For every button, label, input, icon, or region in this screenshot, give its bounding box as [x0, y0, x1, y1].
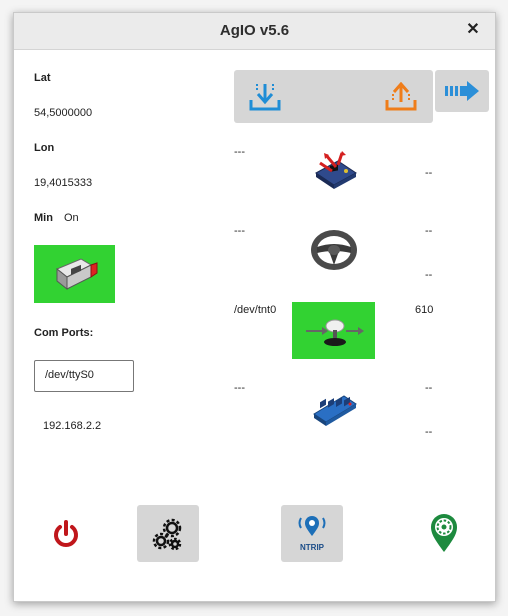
location-button[interactable]: [427, 512, 461, 554]
agio-window: AgIO v5.6 ✕ Lat 54,5000000 Lon 19,401533…: [13, 12, 496, 602]
ethernet-connector-icon: [51, 255, 99, 293]
steer-right-value: --: [425, 225, 433, 237]
machine-right-value-2: --: [425, 426, 433, 438]
lon-value: 19,4015333: [34, 177, 93, 189]
machine-left-value: ---: [234, 382, 245, 394]
settings-button[interactable]: [137, 505, 199, 562]
power-icon: [50, 518, 82, 550]
window-title: AgIO v5.6: [219, 22, 290, 39]
relay-board-icon: [310, 386, 360, 432]
machine-right-value: --: [425, 382, 433, 394]
title-bar: AgIO v5.6 ✕: [14, 13, 495, 50]
imu-button[interactable]: [312, 149, 360, 195]
steer-button[interactable]: [309, 227, 359, 273]
gps-right-value: 610: [415, 304, 434, 316]
com-ports-label: Com Ports:: [34, 327, 94, 339]
ntrip-button[interactable]: NTRIP: [281, 505, 343, 562]
gps-button[interactable]: [292, 302, 375, 359]
download-icon: [248, 82, 282, 112]
steer-left-value: ---: [234, 225, 245, 237]
gps-antenna-icon: [304, 310, 364, 352]
gears-icon: [151, 517, 185, 551]
steering-wheel-icon: [309, 227, 359, 273]
download-upload-button[interactable]: [234, 70, 433, 123]
gps-left-value: /dev/tnt0: [234, 304, 277, 316]
upload-icon: [384, 82, 418, 112]
min-value: On: [64, 212, 79, 224]
steer-right-value-2: --: [425, 269, 433, 281]
arrow-right-icon: [445, 80, 481, 102]
lat-value: 54,5000000: [34, 107, 93, 119]
min-label: Min: [34, 212, 53, 224]
close-button[interactable]: ✕: [463, 20, 483, 40]
imu-right-value: --: [425, 167, 433, 179]
ethernet-button[interactable]: [34, 245, 115, 303]
map-pin-icon: [427, 512, 461, 554]
ntrip-antenna-icon: [297, 514, 327, 540]
ip-address: 192.168.2.2: [43, 420, 102, 432]
machine-button[interactable]: [310, 386, 360, 432]
lon-label: Lon: [34, 142, 55, 154]
lat-label: Lat: [34, 72, 51, 84]
ntrip-label: NTRIP: [300, 543, 324, 552]
power-button[interactable]: [50, 518, 82, 550]
com-port-value: /dev/ttyS0: [45, 369, 94, 381]
com-port-field[interactable]: /dev/ttyS0: [34, 360, 134, 392]
forward-button[interactable]: [435, 70, 489, 112]
imu-board-icon: [312, 149, 360, 195]
imu-left-value: ---: [234, 146, 245, 158]
